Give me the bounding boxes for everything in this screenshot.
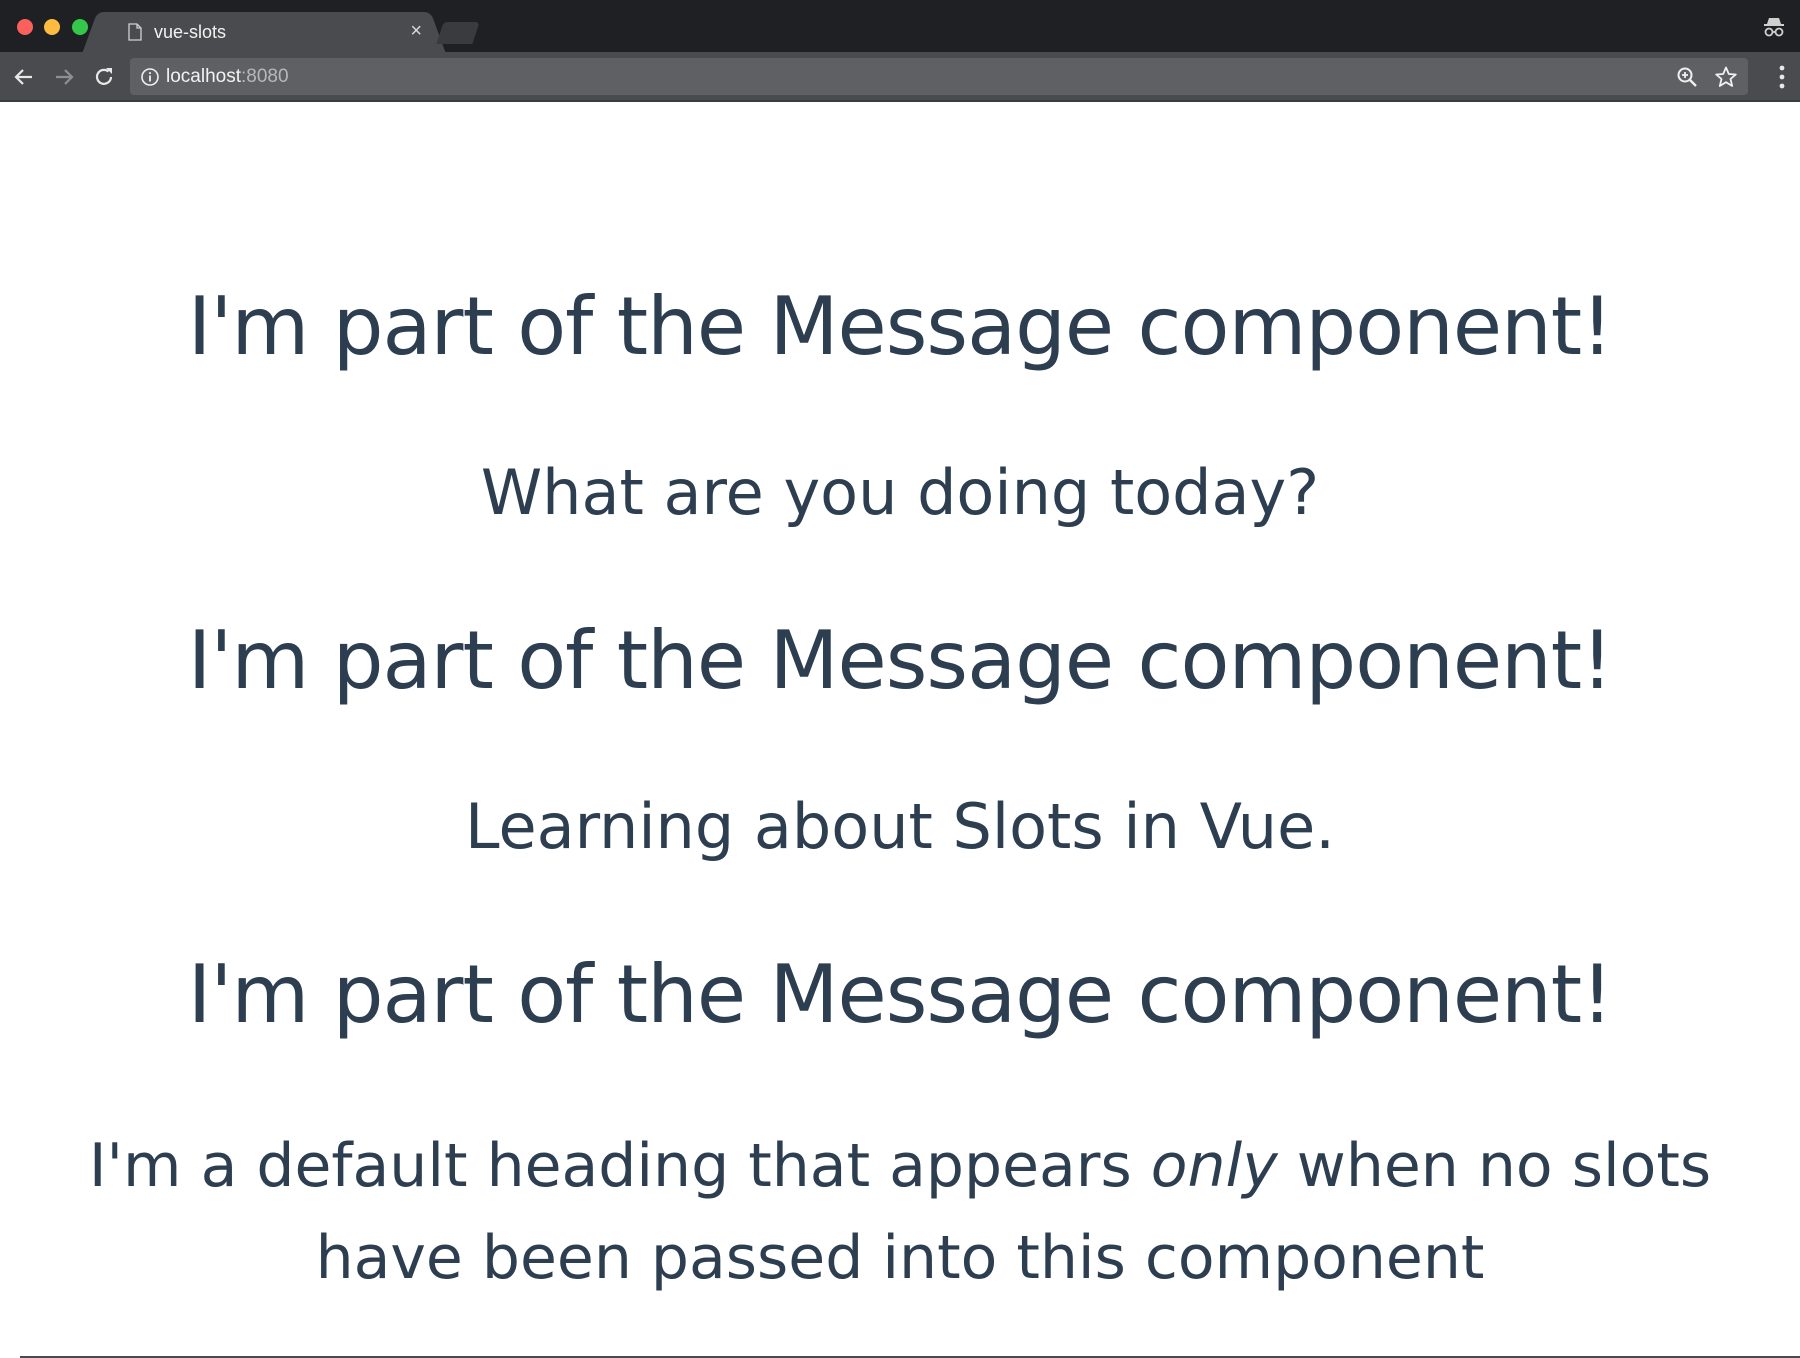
tab-title: vue-slots	[154, 22, 227, 42]
zoom-icon[interactable]	[1676, 66, 1698, 88]
tab-strip: vue-slots ×	[0, 0, 1800, 52]
browser-window: vue-slots × localhost:8080 I'm part of t…	[0, 0, 1800, 1358]
url-text[interactable]: localhost:8080	[166, 66, 289, 88]
active-tab[interactable]: vue-slots ×	[100, 12, 428, 52]
close-window-button[interactable]	[17, 19, 33, 35]
slot-text: What are you doing today?	[480, 456, 1320, 529]
default-heading-emphasis: only	[1150, 1131, 1278, 1201]
page-content: I'm part of the Message component! What …	[0, 104, 1800, 1358]
default-slot-heading: I'm a default heading that appears only …	[0, 1120, 1800, 1304]
message-heading: I'm part of the Message component!	[187, 614, 1613, 707]
reload-icon[interactable]	[92, 65, 116, 89]
default-heading-part: I'm a default heading that appears	[88, 1131, 1151, 1201]
incognito-icon	[1764, 18, 1784, 37]
forward-arrow-icon[interactable]	[52, 65, 76, 89]
message-heading: I'm part of the Message component!	[187, 280, 1613, 373]
slot-text: Learning about Slots in Vue.	[465, 790, 1335, 863]
address-bar[interactable]: localhost:8080	[130, 58, 1748, 95]
new-tab-button[interactable]	[436, 22, 480, 44]
page-icon	[128, 23, 142, 41]
message-heading: I'm part of the Message component!	[187, 948, 1613, 1041]
default-heading-line2: have been passed into this component	[315, 1223, 1485, 1293]
url-port: :8080	[241, 66, 289, 87]
maximize-window-button[interactable]	[72, 19, 88, 35]
url-host: localhost	[166, 66, 241, 87]
minimize-window-button[interactable]	[44, 19, 60, 35]
tab-close-icon[interactable]: ×	[410, 20, 422, 43]
star-icon[interactable]	[1714, 65, 1738, 89]
info-icon[interactable]	[140, 67, 160, 87]
default-heading-part: when no slots	[1277, 1131, 1712, 1201]
menu-dots-icon[interactable]	[1778, 64, 1786, 90]
browser-toolbar: localhost:8080	[0, 52, 1800, 102]
back-arrow-icon[interactable]	[12, 65, 36, 89]
